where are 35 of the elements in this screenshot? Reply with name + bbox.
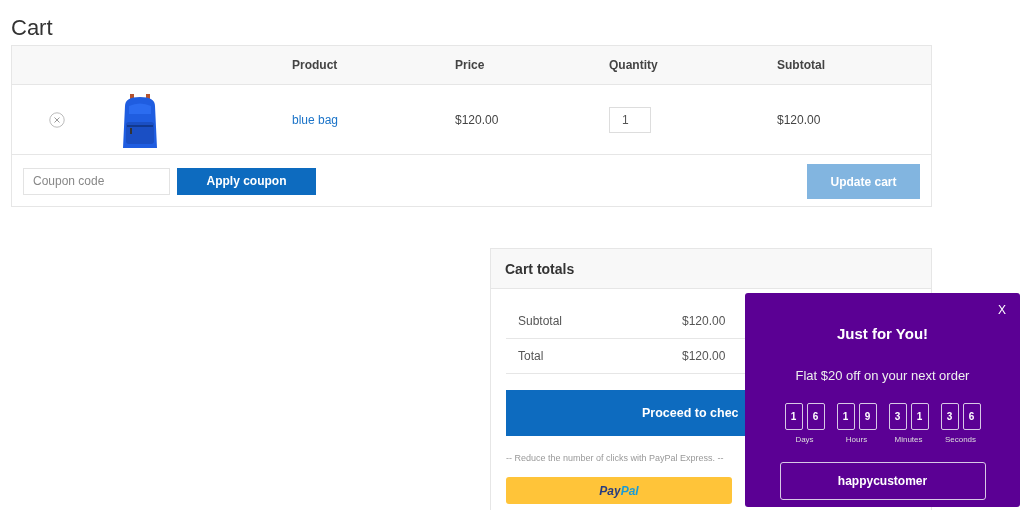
subtotal-cell: $120.00 [777,112,821,127]
countdown-digit: 1 [784,403,803,430]
close-button[interactable]: X [998,303,1006,317]
countdown-digit: 3 [888,403,907,430]
coupon-field[interactable]: Coupon code [23,167,170,195]
countdown-digit: 1 [836,403,855,430]
totals-value: $120.00 [682,314,726,328]
countdown-digit: 3 [940,403,959,430]
paypal-button[interactable]: PayPal [506,477,732,504]
offer-message: Flat $20 off on your next order [795,368,970,383]
countdown-digit: 1 [910,403,929,430]
countdown-digit: 9 [858,403,877,430]
countdown-label: Minutes [894,435,923,444]
totals-label: Subtotal [517,314,564,328]
column-header: Quantity [609,58,658,72]
totals-label: Total [517,349,545,363]
totals-value: $120.00 [682,349,726,363]
popup-title: Just for You! [836,325,929,342]
countdown-digit: 6 [962,403,981,430]
countdown-label: Hours [845,435,868,444]
product-link[interactable]: blue bag [292,112,339,127]
quantity-field[interactable]: 1 [609,106,651,133]
countdown-label: Days [795,435,814,444]
countdown-digit: 6 [806,403,825,430]
column-header: Price [455,58,485,72]
coupon-code: happycustomer [779,462,986,500]
page-title: Cart [11,14,53,42]
price-cell: $120.00 [455,112,499,127]
paypal-note: -- Reduce the number of clicks with PayPal Express. -- [506,453,724,463]
countdown-label: Seconds [944,435,977,444]
column-header: Product [292,58,338,72]
remove-icon[interactable] [49,111,65,128]
panel-title: Cart totals [505,260,575,277]
column-header: Subtotal [777,58,825,72]
apply-coupon-button[interactable]: Apply coupon [177,167,316,195]
